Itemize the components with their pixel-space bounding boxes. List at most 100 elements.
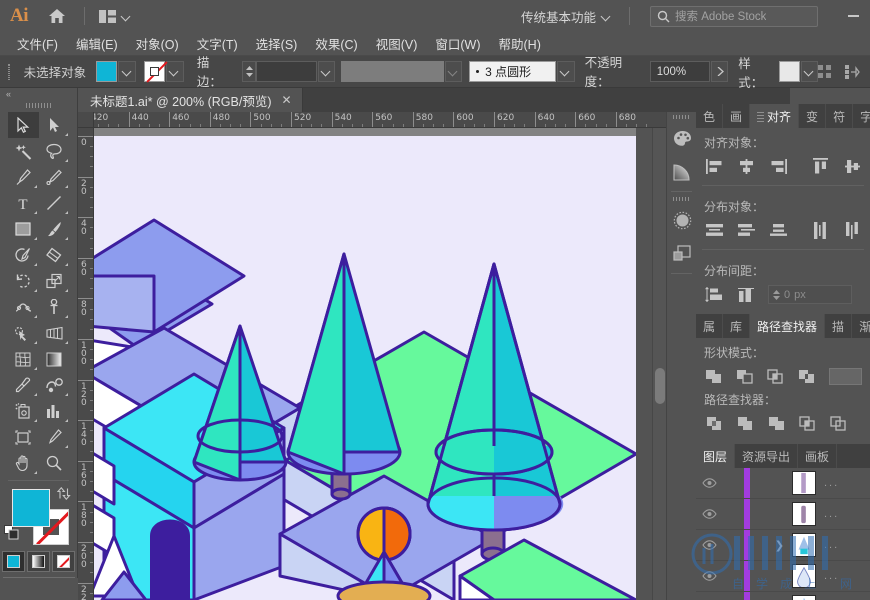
menu-type[interactable]: 文字(T) bbox=[188, 34, 247, 54]
arrange-documents-button[interactable] bbox=[93, 5, 137, 27]
mesh-tool[interactable] bbox=[8, 346, 39, 372]
layer-row[interactable]: ... bbox=[696, 468, 870, 499]
visibility-icon[interactable] bbox=[696, 571, 722, 581]
menu-edit[interactable]: 编辑(E) bbox=[67, 34, 127, 54]
menu-select[interactable]: 选择(S) bbox=[247, 34, 307, 54]
ruler-origin[interactable] bbox=[78, 112, 94, 128]
home-icon[interactable] bbox=[38, 0, 76, 32]
align-left-icon[interactable] bbox=[704, 157, 724, 175]
divide-icon[interactable] bbox=[704, 414, 724, 432]
direct-selection-tool[interactable] bbox=[39, 112, 70, 138]
stroke-dropdown-button[interactable] bbox=[165, 61, 184, 82]
rail-grip-2[interactable] bbox=[667, 194, 696, 203]
color-panel-icon[interactable] bbox=[667, 121, 697, 155]
distribute-vertical-bottom-icon[interactable] bbox=[768, 221, 788, 239]
slice-tool[interactable] bbox=[39, 424, 70, 450]
tab-asset-export[interactable]: 资源导出 bbox=[735, 444, 799, 468]
spacing-value-field[interactable]: 0 px bbox=[768, 285, 852, 304]
swap-fill-stroke-icon[interactable] bbox=[57, 487, 71, 500]
artboard[interactable] bbox=[94, 136, 636, 600]
stroke-swatch-none[interactable] bbox=[143, 61, 165, 82]
default-fill-stroke-icon[interactable] bbox=[4, 525, 19, 540]
gradient-panel-icon[interactable] bbox=[667, 155, 697, 189]
intersect-icon[interactable] bbox=[767, 367, 785, 385]
arrange-options-icon[interactable] bbox=[845, 64, 860, 79]
tab-gradient[interactable]: 渐 bbox=[852, 314, 870, 338]
menu-file[interactable]: 文件(F) bbox=[8, 34, 67, 54]
expand-button[interactable] bbox=[829, 367, 863, 385]
fill-dropdown-button[interactable] bbox=[118, 61, 137, 82]
menu-view[interactable]: 视图(V) bbox=[367, 34, 427, 54]
visibility-icon[interactable] bbox=[696, 478, 722, 488]
rotate-tool[interactable] bbox=[8, 268, 39, 294]
tab-stroke[interactable]: 描 bbox=[825, 314, 853, 338]
stroke-control[interactable] bbox=[143, 61, 184, 82]
graphic-style-dropdown[interactable] bbox=[800, 61, 818, 82]
menu-object[interactable]: 对象(O) bbox=[127, 34, 188, 54]
align-vertical-center-icon[interactable] bbox=[842, 157, 862, 175]
minimize-button[interactable] bbox=[836, 0, 870, 32]
layer-row[interactable]: ... bbox=[696, 499, 870, 530]
canvas-area[interactable] bbox=[94, 128, 652, 600]
scrollbar-thumb[interactable] bbox=[655, 368, 665, 404]
align-right-icon[interactable] bbox=[768, 157, 788, 175]
opacity-field[interactable]: 100% bbox=[649, 61, 710, 82]
tab-symbols[interactable]: 符 bbox=[826, 104, 854, 128]
visibility-icon[interactable] bbox=[696, 540, 722, 550]
stroke-profile-dropdown[interactable] bbox=[445, 61, 463, 82]
tool-fill-swatch[interactable] bbox=[12, 489, 50, 527]
minus-front-icon[interactable] bbox=[735, 367, 753, 385]
artboard-tool[interactable] bbox=[8, 424, 39, 450]
selection-tool[interactable] bbox=[7, 112, 39, 138]
lasso-tool[interactable] bbox=[39, 138, 70, 164]
shaper-tool[interactable] bbox=[8, 242, 39, 268]
spacing-stepper[interactable] bbox=[773, 289, 780, 300]
tab-libraries[interactable]: 库 bbox=[723, 314, 751, 338]
rail-grip[interactable] bbox=[667, 112, 696, 121]
type-tool[interactable]: T bbox=[8, 190, 39, 216]
magic-wand-tool[interactable] bbox=[8, 138, 39, 164]
stroke-profile-field[interactable] bbox=[340, 61, 445, 82]
paintbrush-tool[interactable] bbox=[39, 216, 70, 242]
distribute-vertical-top-icon[interactable] bbox=[704, 221, 724, 239]
align-top-icon[interactable] bbox=[810, 157, 830, 175]
distribute-horizontal-left-icon[interactable] bbox=[810, 221, 830, 239]
tab-layers[interactable]: 图层 bbox=[696, 444, 736, 468]
crop-icon[interactable] bbox=[797, 414, 817, 432]
eyedropper-tool[interactable] bbox=[8, 372, 39, 398]
control-bar-grip[interactable] bbox=[4, 62, 14, 82]
free-transform-tool[interactable] bbox=[39, 294, 70, 320]
hand-tool[interactable] bbox=[8, 450, 39, 476]
opacity-options-button[interactable] bbox=[710, 61, 729, 82]
align-horizontal-center-icon[interactable] bbox=[736, 157, 756, 175]
layer-row[interactable]: ... bbox=[696, 592, 870, 600]
graphic-style-swatch[interactable] bbox=[779, 61, 800, 82]
close-icon[interactable]: ✕ bbox=[281, 94, 291, 106]
tab-pathfinder[interactable]: 路径查找器 bbox=[750, 314, 826, 338]
artwork-illustration[interactable] bbox=[94, 136, 636, 600]
distribute-vertical-center-icon[interactable] bbox=[736, 221, 756, 239]
unite-icon[interactable] bbox=[704, 367, 722, 385]
gradient-tool[interactable] bbox=[39, 346, 70, 372]
blend-tool[interactable] bbox=[39, 372, 70, 398]
menu-effect[interactable]: 效果(C) bbox=[306, 34, 366, 54]
layer-row[interactable]: ... bbox=[696, 561, 870, 592]
distribute-horizontal-center-icon[interactable] bbox=[842, 221, 862, 239]
layer-row[interactable]: ❯... bbox=[696, 530, 870, 561]
brush-definition-dropdown[interactable] bbox=[557, 61, 575, 82]
distribute-horizontal-space-icon[interactable] bbox=[736, 286, 756, 304]
distribute-vertical-space-icon[interactable] bbox=[704, 286, 724, 304]
line-segment-tool[interactable] bbox=[39, 190, 70, 216]
curvature-tool[interactable] bbox=[39, 164, 70, 190]
gradient-mode-button[interactable] bbox=[27, 551, 50, 572]
fill-control[interactable] bbox=[96, 61, 137, 82]
tab-transform[interactable]: 变 bbox=[799, 104, 827, 128]
shape-builder-tool[interactable] bbox=[8, 320, 39, 346]
tools-collapse-button[interactable]: « bbox=[0, 88, 77, 100]
tab-brushes[interactable]: 画 bbox=[723, 104, 751, 128]
tab-artboards[interactable]: 画板 bbox=[798, 444, 838, 468]
stroke-weight-stepper[interactable] bbox=[241, 61, 257, 82]
eraser-tool[interactable] bbox=[39, 242, 70, 268]
workspace-chevron-down-icon[interactable] bbox=[602, 12, 611, 21]
symbol-sprayer-tool[interactable] bbox=[8, 398, 39, 424]
